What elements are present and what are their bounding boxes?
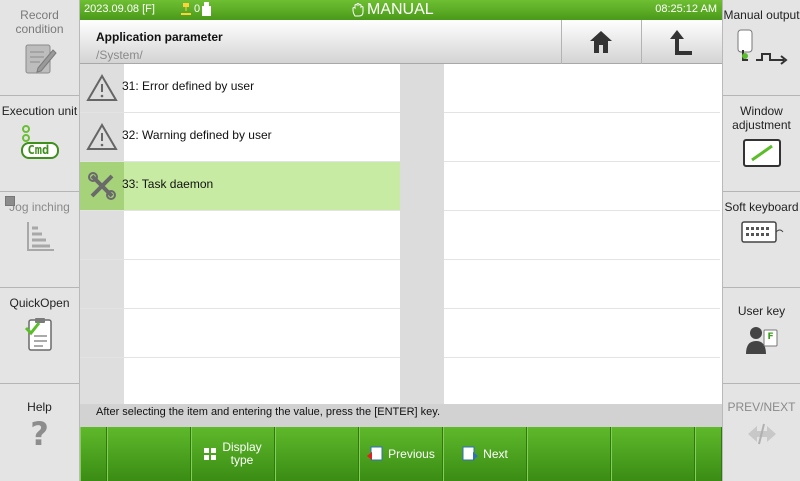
column-separator (400, 113, 444, 162)
jog-inching-button[interactable]: Jog inching (0, 192, 79, 288)
f-key-blank-4[interactable] (527, 427, 611, 481)
display-type-line2: type (230, 453, 254, 467)
parameter-list: 31: Error defined by user 32: Warning de… (80, 64, 722, 404)
wrench-cross-icon (80, 162, 124, 210)
right-panel: Manual output Window adjustment Soft key… (722, 0, 800, 481)
window-resize-icon (742, 138, 782, 172)
column-separator (400, 358, 444, 404)
function-key-bar: Display type Previous Next (80, 427, 722, 481)
empty-icon-cell (80, 309, 124, 357)
jog-inching-label: Jog inching (9, 200, 70, 214)
date-display: 2023.09.08 [F] (84, 3, 155, 15)
swap-arrows-icon (744, 420, 780, 452)
empty-row (80, 211, 720, 260)
jog-indicator-led (5, 196, 15, 206)
list-item-label: 31: Error defined by user (122, 79, 255, 93)
list-item[interactable]: 32: Warning defined by user (80, 113, 720, 162)
return-arrow-icon (670, 30, 692, 55)
user-key-label: User key (737, 304, 786, 318)
home-button[interactable] (561, 20, 639, 64)
hand-icon (352, 3, 364, 17)
soft-keyboard-label: Soft keyboard (724, 200, 799, 214)
column-separator (400, 211, 444, 260)
warning-triangle-icon (80, 64, 124, 112)
f-key-blank-3[interactable] (275, 427, 359, 481)
page-header: Application parameter /System/ (80, 20, 722, 64)
execution-unit-label: Execution unit (1, 104, 78, 118)
window-adjustment-button[interactable]: Window adjustment (723, 96, 800, 192)
empty-row (80, 358, 720, 404)
usb-drive-icon (202, 2, 212, 16)
cmd-icon: Cmd (18, 124, 62, 160)
network-icon (181, 3, 191, 15)
next-page-icon (462, 446, 479, 461)
keyboard-icon (740, 220, 784, 248)
list-item-label: 32: Warning defined by user (122, 128, 272, 142)
output-hand-icon (734, 28, 790, 72)
help-button[interactable]: Help ? (0, 384, 79, 481)
empty-icon-cell (80, 260, 124, 308)
display-type-button[interactable]: Display type (191, 427, 275, 481)
help-label: Help (27, 400, 52, 414)
next-button[interactable]: Next (443, 427, 527, 481)
f-key-blank-6[interactable] (695, 427, 722, 481)
user-key-button[interactable]: User key F (723, 288, 800, 384)
list-item[interactable]: 31: Error defined by user (80, 64, 720, 113)
empty-row (80, 309, 720, 358)
left-panel: Record condition Execution unit Cmd Jog … (0, 0, 80, 481)
f-key-blank-5[interactable] (611, 427, 695, 481)
list-item-label: 33: Task daemon (122, 177, 214, 191)
column-separator (400, 260, 444, 309)
previous-button[interactable]: Previous (359, 427, 443, 481)
notepad-pencil-icon (22, 42, 58, 80)
quickopen-label: QuickOpen (9, 296, 70, 310)
back-up-button[interactable] (641, 20, 722, 64)
column-separator (400, 64, 444, 113)
execution-unit-button[interactable]: Execution unit Cmd (0, 96, 79, 192)
page-title: Application parameter (96, 30, 223, 44)
quickopen-button[interactable]: QuickOpen (0, 288, 79, 384)
f-key-blank-1[interactable] (80, 427, 107, 481)
user-key-badge: F (767, 332, 774, 342)
prev-next-button[interactable]: PREV/NEXT (723, 384, 800, 481)
user-key-icon: F (744, 324, 780, 356)
status-bar: 2023.09.08 [F] 0 MANUAL 08:25:12 AM (80, 0, 722, 20)
checklist-icon (23, 316, 57, 358)
warning-triangle-icon (80, 113, 124, 161)
column-separator (400, 309, 444, 358)
io-status: 0 (180, 2, 212, 16)
soft-keyboard-button[interactable]: Soft keyboard (723, 192, 800, 288)
breadcrumb: /System/ (96, 48, 143, 62)
teach-pendant-screen: Record condition Execution unit Cmd Jog … (0, 0, 800, 481)
display-type-label: Display type (222, 441, 261, 467)
record-condition-button[interactable]: Record condition (0, 0, 79, 96)
home-icon (589, 31, 612, 53)
empty-icon-cell (80, 358, 124, 404)
next-label: Next (483, 447, 508, 461)
empty-icon-cell (80, 211, 124, 259)
time-display: 08:25:12 AM (655, 3, 717, 15)
previous-label: Previous (388, 447, 435, 461)
cmd-icon-text: Cmd (27, 143, 50, 157)
empty-row (80, 260, 720, 309)
mode-indicator: MANUAL (352, 0, 434, 20)
column-separator (400, 162, 444, 211)
prev-next-label: PREV/NEXT (727, 400, 796, 414)
manual-output-label: Manual output (723, 8, 800, 22)
io-count: 0 (194, 3, 201, 15)
help-message: After selecting the item and entering th… (80, 404, 722, 427)
manual-output-button[interactable]: Manual output (723, 0, 800, 96)
mode-label: MANUAL (367, 1, 434, 18)
grid-view-icon (204, 447, 217, 460)
list-item-selected[interactable]: 33: Task daemon (80, 162, 720, 211)
record-condition-label: Record condition (15, 8, 64, 36)
question-mark-icon: ? (30, 415, 49, 453)
window-adjustment-label: Window adjustment (732, 104, 791, 132)
previous-page-icon (367, 446, 383, 461)
jog-steps-icon (22, 220, 58, 256)
f-key-blank-2[interactable] (107, 427, 191, 481)
